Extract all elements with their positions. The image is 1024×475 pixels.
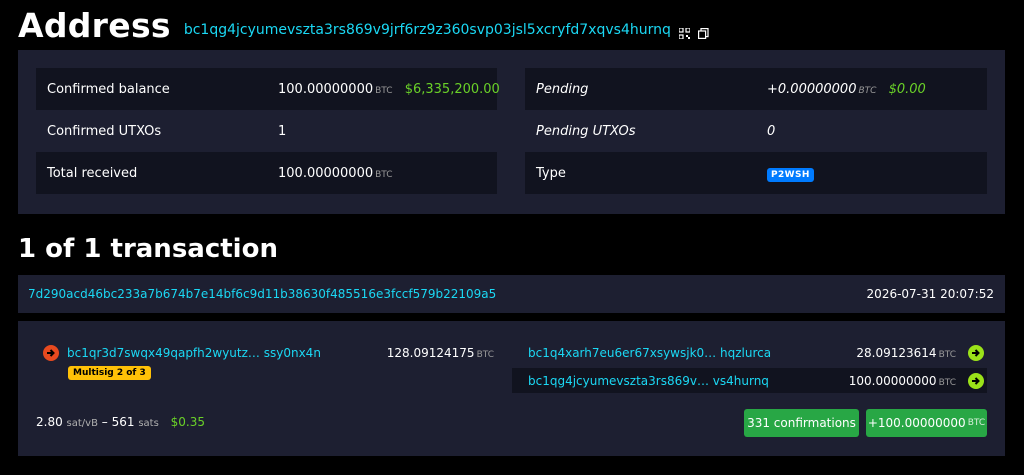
pending-utxos-label: Pending UTXOs xyxy=(536,123,636,139)
address-summary-panel: Confirmed balance 100.00000000 BTC $6,335… xyxy=(18,50,1005,214)
summary-left-table: Confirmed balance 100.00000000 BTC $6,335… xyxy=(36,68,500,194)
confirmations-button[interactable]: 331 confirmations xyxy=(744,409,859,437)
pending-utxos-value: 0 xyxy=(767,123,776,139)
confirmed-balance-value: 100.00000000 BTC $6,335,200.00 xyxy=(278,81,500,97)
pending-fiat: $0.00 xyxy=(888,81,926,97)
output-amount-1: 28.09123614 BTC xyxy=(856,346,956,360)
fee-fiat: $0.35 xyxy=(170,415,205,429)
total-received-label: Total received xyxy=(47,165,138,181)
confirmed-utxos-row: Confirmed UTXOs 1 xyxy=(36,110,497,152)
input-arrow-icon[interactable] xyxy=(43,345,59,361)
transaction-body: bc1qr3d7swqx49qapfh2wyutz… ssy0nx4n 128.… xyxy=(18,321,1005,456)
input-amount: 128.09124175 BTC xyxy=(386,346,494,360)
transactions-title: 1 of 1 transaction xyxy=(18,234,278,264)
transaction-header: 7d290acd46bc233a7b674b7e14bf6c9d11b38630… xyxy=(18,275,1005,313)
copy-icon[interactable] xyxy=(697,24,709,40)
output-address-link-2[interactable]: bc1qg4jcyumevszta3rs869v… vs4hurnq xyxy=(528,374,769,388)
output-address-link-1[interactable]: bc1q4xarh7eu6er67xsywsjk0… hqzlurca xyxy=(528,346,771,360)
output-arrow-icon[interactable] xyxy=(968,345,984,361)
output-arrow-icon[interactable] xyxy=(968,373,984,389)
confirmed-utxos-label: Confirmed UTXOs xyxy=(47,123,162,139)
address-hash[interactable]: bc1qg4jcyumevszta3rs869v9jrf6rz9z360svp0… xyxy=(184,22,671,38)
confirmed-balance-fiat: $6,335,200.00 xyxy=(404,81,500,97)
pending-label: Pending xyxy=(536,81,589,97)
confirmed-balance-label: Confirmed balance xyxy=(47,81,170,97)
address-type-badge: P2WSH xyxy=(767,167,814,182)
address-header: Address bc1qg4jcyumevszta3rs869v9jrf6rz9… xyxy=(18,6,709,45)
multisig-badge: Multisig 2 of 3 xyxy=(68,366,151,380)
type-row: Type P2WSH xyxy=(525,152,987,194)
input-address-link[interactable]: bc1qr3d7swqx49qapfh2wyutz… ssy0nx4n xyxy=(67,346,321,360)
net-amount-button[interactable]: +100.00000000 BTC xyxy=(866,409,987,437)
type-label: Type xyxy=(536,165,566,181)
pending-row: Pending +0.00000000 BTC $0.00 xyxy=(525,68,987,110)
pending-value: +0.00000000 BTC $0.00 xyxy=(767,81,926,97)
fee-info: 2.80 sat/vB – 561 sats $0.35 xyxy=(36,415,205,429)
page-title: Address xyxy=(18,6,171,45)
output-amount-2: 100.00000000 BTC xyxy=(848,374,956,388)
transaction-id-link[interactable]: 7d290acd46bc233a7b674b7e14bf6c9d11b38630… xyxy=(28,287,496,301)
summary-right-table: Pending +0.00000000 BTC $0.00 Pending UTX… xyxy=(525,68,987,194)
qr-code-icon[interactable] xyxy=(678,24,691,40)
total-received-row: Total received 100.00000000 BTC xyxy=(36,152,497,194)
confirmed-balance-row: Confirmed balance 100.00000000 BTC $6,335… xyxy=(36,68,500,110)
total-received-value: 100.00000000 BTC xyxy=(278,165,393,181)
pending-utxos-row: Pending UTXOs 0 xyxy=(525,110,987,152)
transaction-timestamp: 2026-07-31 20:07:52 xyxy=(866,287,994,301)
confirmed-utxos-value: 1 xyxy=(278,123,287,139)
